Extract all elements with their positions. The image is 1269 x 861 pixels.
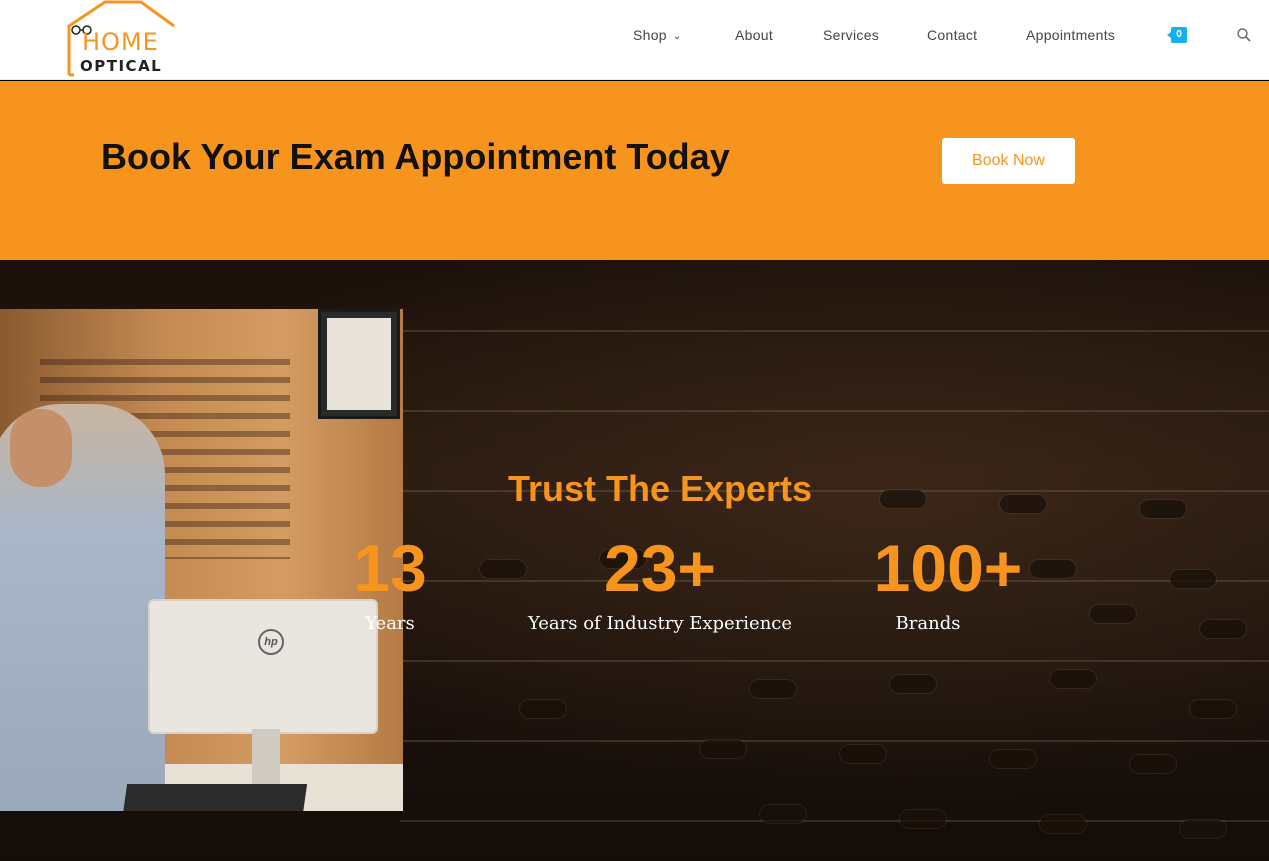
trust-experts-section: hp Trust The Experts 13 Years 23+ Years …: [0, 260, 1269, 861]
cart-icon[interactable]: 0: [1166, 27, 1188, 45]
nav-item-shop[interactable]: Shop ⌄: [633, 26, 682, 46]
hero-title: Trust The Experts: [507, 468, 813, 509]
cart-count-badge: 0: [1171, 27, 1187, 43]
stat-brands-value: 100+: [873, 531, 1023, 605]
stat-experience-label: Years of Industry Experience: [527, 613, 793, 634]
stat-brands-label: Brands: [895, 613, 961, 634]
chevron-down-icon: ⌄: [672, 31, 682, 42]
logo-text-optical: OPTICAL: [80, 57, 163, 75]
nav-item-appointments[interactable]: Appointments: [1026, 26, 1115, 44]
search-icon[interactable]: [1236, 27, 1252, 43]
stat-years-label: Years: [365, 613, 415, 634]
site-logo[interactable]: HOME OPTICAL: [66, 0, 178, 78]
stat-years-value: 13: [353, 531, 427, 605]
site-header: HOME OPTICAL Shop ⌄ About Services Contac…: [0, 0, 1269, 80]
stat-experience-value: 23+: [604, 531, 716, 605]
nav-item-contact[interactable]: Contact: [927, 26, 977, 44]
book-now-button[interactable]: Book Now: [942, 138, 1075, 184]
appointment-banner: Book Your Exam Appointment Today Book No…: [0, 81, 1269, 260]
logo-text-home: HOME: [82, 28, 159, 56]
banner-title: Book Your Exam Appointment Today: [101, 136, 730, 177]
hp-logo-icon: hp: [258, 629, 284, 655]
nav-item-about[interactable]: About: [735, 26, 773, 44]
nav-item-services[interactable]: Services: [823, 26, 879, 44]
nav-item-shop-label: Shop: [633, 27, 667, 43]
